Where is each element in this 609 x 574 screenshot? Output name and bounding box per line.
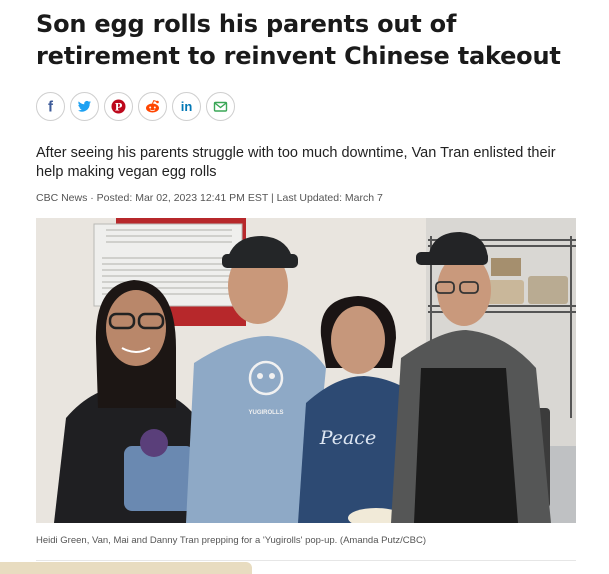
bottom-banner: [0, 562, 252, 574]
share-email-button[interactable]: [206, 92, 235, 121]
svg-text:P: P: [115, 102, 123, 113]
share-twitter-button[interactable]: [70, 92, 99, 121]
photo-caption: Heidi Green, Van, Mai and Danny Tran pre…: [36, 535, 426, 546]
article-byline: CBC News · Posted: Mar 02, 2023 12:41 PM…: [36, 192, 383, 204]
photo-illustration: YUGIROLLS Peace: [36, 218, 576, 523]
divider: [36, 560, 576, 561]
svg-text:in: in: [181, 99, 193, 114]
twitter-icon: [77, 100, 91, 112]
linkedin-icon: in: [181, 99, 193, 114]
share-reddit-button[interactable]: [138, 92, 167, 121]
facebook-icon: f: [48, 99, 54, 116]
svg-text:f: f: [48, 99, 54, 116]
svg-text:Peace: Peace: [319, 427, 376, 449]
email-icon: [213, 101, 228, 112]
svg-text:YUGIROLLS: YUGIROLLS: [248, 410, 283, 416]
share-facebook-button[interactable]: f: [36, 92, 65, 121]
article-deck: After seeing his parents struggle with t…: [36, 145, 556, 180]
pinterest-icon: P: [111, 99, 126, 114]
share-toolbar: f P in: [36, 92, 235, 121]
article-headline: Son egg rolls his parents out of retirem…: [36, 10, 561, 70]
share-pinterest-button[interactable]: P: [104, 92, 133, 121]
article-photo: YUGIROLLS Peace: [36, 218, 576, 523]
reddit-icon: [146, 99, 159, 113]
share-linkedin-button[interactable]: in: [172, 92, 201, 121]
